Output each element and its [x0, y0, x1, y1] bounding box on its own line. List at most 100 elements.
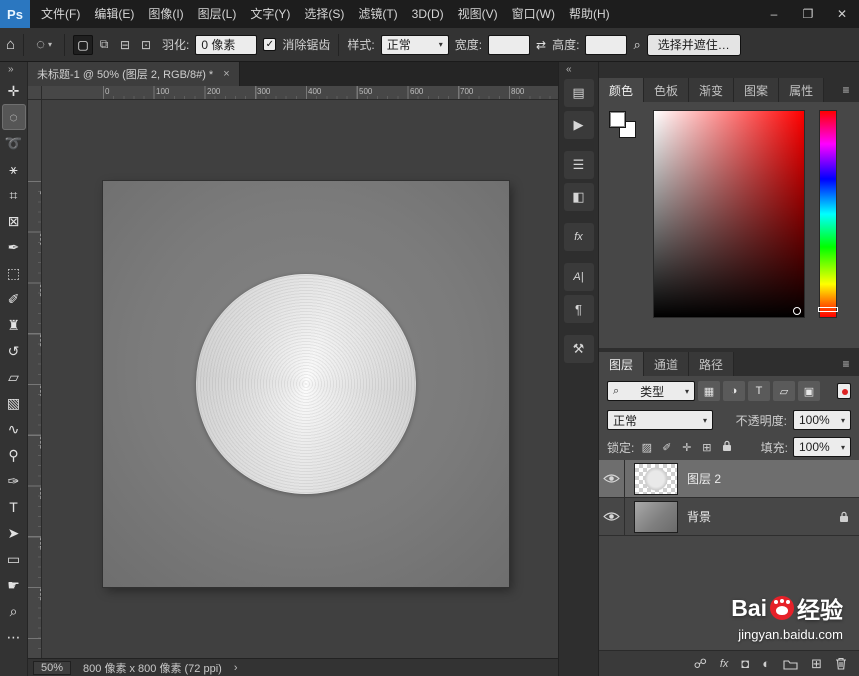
filter-shape-layers-icon[interactable]: ▱: [773, 381, 795, 401]
history-brush-tool[interactable]: ↺: [2, 338, 26, 364]
layer-name[interactable]: 图层 2: [687, 470, 721, 487]
link-layers-icon[interactable]: ☍: [694, 656, 707, 672]
tab-gradients[interactable]: 渐变: [689, 78, 735, 102]
menu-view[interactable]: 视图(V): [451, 0, 505, 28]
tool-presets-panel-icon[interactable]: ⚒: [563, 335, 594, 363]
tab-paths[interactable]: 路径: [689, 352, 735, 376]
style-select[interactable]: 正常 ▾: [380, 34, 449, 55]
brush-tool[interactable]: ✐: [2, 286, 26, 312]
layer-row-layer2[interactable]: 图层 2: [599, 460, 859, 498]
expand-panels-icon[interactable]: «: [559, 62, 598, 77]
character-panel-icon[interactable]: A|: [563, 263, 594, 291]
tab-swatches[interactable]: 色板: [644, 78, 690, 102]
menu-type[interactable]: 文字(Y): [243, 0, 297, 28]
new-group-icon[interactable]: [783, 658, 798, 670]
hand-tool[interactable]: ☛: [2, 572, 26, 598]
menu-select[interactable]: 选择(S): [297, 0, 351, 28]
horizontal-ruler[interactable]: 0 100 200 300 400 500 600 700 800: [42, 86, 558, 100]
add-to-selection-button[interactable]: ⧉: [94, 35, 114, 55]
height-input[interactable]: [585, 34, 628, 55]
lasso-tool[interactable]: ➰: [2, 130, 26, 156]
document-tab[interactable]: 未标题-1 @ 50% (图层 2, RGB/8#) * ×: [28, 62, 240, 86]
menu-edit[interactable]: 编辑(E): [87, 0, 141, 28]
filter-adjustment-layers-icon[interactable]: ◑: [723, 381, 745, 401]
lock-all-icon[interactable]: [719, 440, 734, 455]
layer-thumbnail[interactable]: [634, 462, 678, 495]
properties-panel-icon[interactable]: ☰: [563, 151, 594, 179]
blend-mode-select[interactable]: 正常 ▾: [607, 410, 713, 430]
type-tool[interactable]: T: [2, 494, 26, 520]
opacity-select[interactable]: 100% ▾: [793, 410, 851, 430]
fill-select[interactable]: 100% ▾: [793, 437, 851, 457]
healing-brush-tool[interactable]: ⬚: [2, 260, 26, 286]
swap-dimensions-icon[interactable]: ⇄: [536, 38, 546, 52]
lock-artboard-icon[interactable]: ⊞: [699, 441, 714, 454]
crop-tool[interactable]: ⌗: [2, 182, 26, 208]
layer-filter-type-select[interactable]: ⌕ 类型 ▾: [607, 381, 695, 401]
saturation-brightness-field[interactable]: [653, 110, 805, 318]
document-canvas[interactable]: [103, 181, 509, 587]
frame-tool[interactable]: ⊠: [2, 208, 26, 234]
adjustment-layer-icon[interactable]: ◐: [762, 656, 770, 671]
feather-input[interactable]: 0 像素: [195, 34, 258, 55]
visibility-toggle[interactable]: [599, 460, 625, 497]
gradient-tool[interactable]: ▧: [2, 390, 26, 416]
lock-transparent-pixels-icon[interactable]: ▨: [639, 441, 654, 454]
move-tool[interactable]: ✛: [2, 78, 26, 104]
foreground-color-swatch[interactable]: [609, 111, 626, 128]
history-panel-icon[interactable]: ▤: [563, 79, 594, 107]
delete-layer-icon[interactable]: [835, 657, 847, 670]
lock-image-pixels-icon[interactable]: ✐: [659, 441, 674, 454]
adjustments-panel-icon[interactable]: ◧: [563, 183, 594, 211]
edit-toolbar-button[interactable]: ⋯: [2, 624, 26, 650]
eyedropper-tool[interactable]: ✒: [2, 234, 26, 260]
canvas[interactable]: [42, 100, 558, 658]
menu-layer[interactable]: 图层(L): [191, 0, 244, 28]
select-and-mask-button[interactable]: 选择并遮住…: [646, 33, 741, 56]
layer-styles-icon[interactable]: fx: [720, 658, 729, 670]
actions-panel-icon[interactable]: ▶: [563, 111, 594, 139]
layer-name[interactable]: 背景: [687, 508, 711, 525]
new-layer-icon[interactable]: ⊞: [811, 656, 822, 672]
visibility-toggle[interactable]: [599, 498, 625, 535]
menu-filter[interactable]: 滤镜(T): [351, 0, 404, 28]
intersect-selection-button[interactable]: ⊡: [136, 35, 156, 55]
home-icon[interactable]: ⌂: [6, 36, 15, 53]
status-options-chevron[interactable]: ›: [234, 662, 238, 674]
menu-image[interactable]: 图像(I): [141, 0, 190, 28]
elliptical-marquee-tool[interactable]: ◌: [1, 104, 26, 130]
panel-menu-icon[interactable]: ≡: [833, 352, 859, 376]
smudge-tool[interactable]: ∿: [2, 416, 26, 442]
maximize-button[interactable]: ❐: [791, 0, 825, 28]
menu-help[interactable]: 帮助(H): [562, 0, 617, 28]
hue-slider-marker[interactable]: [818, 307, 838, 312]
add-layer-mask-icon[interactable]: ◘: [741, 656, 749, 671]
panel-menu-icon[interactable]: ≡: [833, 78, 859, 102]
toolbar-collapse-icon[interactable]: »: [0, 62, 27, 78]
new-selection-button[interactable]: ▢: [73, 34, 93, 55]
close-tab-icon[interactable]: ×: [223, 68, 229, 80]
rectangle-tool[interactable]: ▭: [2, 546, 26, 572]
hue-slider[interactable]: [818, 110, 838, 318]
filter-image-layers-icon[interactable]: ▦: [698, 381, 720, 401]
color-picker-marker[interactable]: [793, 307, 801, 315]
minimize-button[interactable]: –: [757, 0, 791, 28]
zoom-level-input[interactable]: 50%: [33, 660, 72, 675]
path-selection-tool[interactable]: ➤: [2, 520, 26, 546]
layer-filter-toggle[interactable]: [837, 383, 851, 399]
filter-smart-objects-icon[interactable]: ▣: [798, 381, 820, 401]
zoom-tool[interactable]: ⌕: [2, 598, 26, 624]
menu-file[interactable]: 文件(F): [34, 0, 87, 28]
width-input[interactable]: [488, 34, 531, 55]
menu-3d[interactable]: 3D(D): [405, 0, 451, 28]
layer-row-background[interactable]: 背景: [599, 498, 859, 536]
eraser-tool[interactable]: ▱: [2, 364, 26, 390]
subtract-from-selection-button[interactable]: ⊟: [115, 35, 135, 55]
tab-patterns[interactable]: 图案: [734, 78, 780, 102]
magnifier-icon[interactable]: ⌕: [633, 37, 640, 53]
clone-stamp-tool[interactable]: ♜: [2, 312, 26, 338]
close-button[interactable]: ✕: [825, 0, 859, 28]
menu-window[interactable]: 窗口(W): [505, 0, 562, 28]
current-tool-preview[interactable]: ◌ ▾: [32, 34, 56, 55]
tab-channels[interactable]: 通道: [644, 352, 690, 376]
